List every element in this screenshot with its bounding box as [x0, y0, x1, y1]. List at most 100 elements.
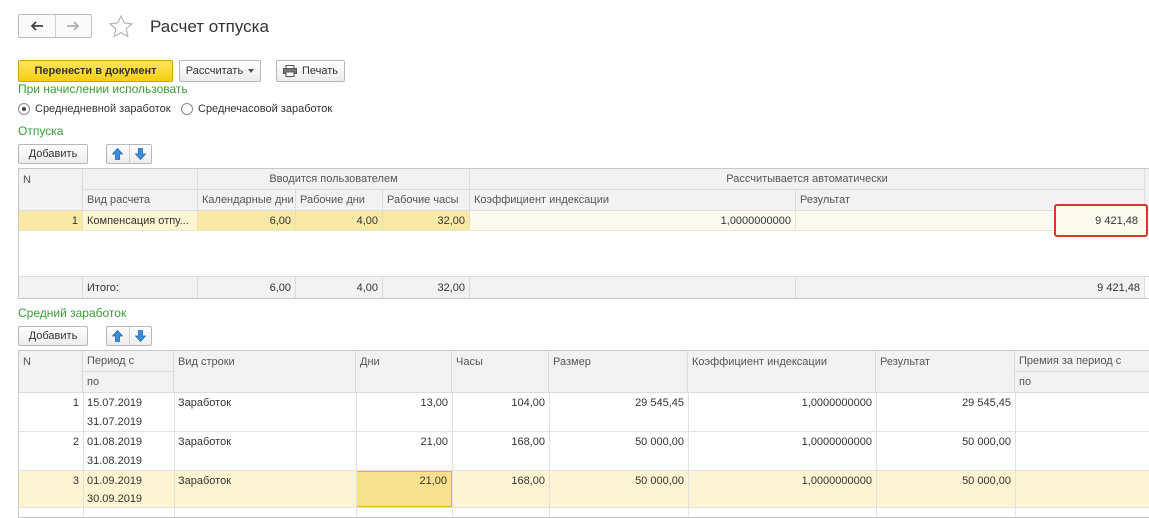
row-n[interactable]: 1 [19, 211, 83, 230]
radio-daily-earnings[interactable]: Среднедневной заработок [18, 103, 171, 115]
col-hours-header[interactable]: Часы [452, 351, 549, 393]
col-bonus-to-header[interactable]: по [1015, 372, 1149, 393]
row-period-to[interactable]: 31.07.2019 [83, 412, 174, 431]
row-period-from[interactable]: 01.09.2019 [83, 471, 174, 490]
row-result[interactable]: 29 545,45 [876, 393, 1015, 412]
col-row-kind-header[interactable]: Вид строки [174, 351, 356, 393]
vacations-add-button[interactable]: Добавить [18, 144, 88, 164]
move-down-button[interactable] [128, 327, 152, 345]
radio-selected-icon [18, 103, 30, 115]
row-period-from[interactable]: 15.07.2019 [83, 393, 174, 412]
row-amount[interactable]: 50 000,00 [549, 432, 688, 451]
row-amount[interactable]: 50 000,00 [549, 471, 688, 490]
radio-unselected-icon [181, 103, 193, 115]
col-kind-header[interactable]: Вид расчета [83, 190, 198, 211]
earnings-add-label: Добавить [28, 330, 78, 342]
earnings-add-button[interactable]: Добавить [18, 326, 88, 346]
row-kind[interactable]: Заработок [174, 471, 356, 490]
row-result[interactable]: 50 000,00 [876, 432, 1015, 451]
row-hours[interactable]: 168,00 [452, 471, 549, 490]
move-up-button[interactable] [107, 145, 129, 163]
row-amount[interactable]: 29 545,45 [549, 393, 688, 412]
totals-label: Итого: [83, 277, 198, 298]
col-work-hours-header[interactable]: Рабочие часы [383, 190, 470, 211]
row-result-spacer [796, 211, 1055, 230]
printer-icon [282, 65, 297, 77]
row-period-to[interactable]: 30.09.2019 [83, 490, 174, 507]
favorite-star-icon[interactable] [108, 14, 134, 43]
vacations-table: N Вводится пользователем Рассчитывается … [18, 168, 1149, 299]
row-result[interactable]: 50 000,00 [876, 471, 1015, 490]
row-index-coef[interactable]: 1,0000000000 [470, 211, 796, 230]
print-label: Печать [301, 65, 339, 77]
arrow-down-icon [134, 330, 146, 342]
chevron-down-icon [248, 69, 255, 73]
move-down-button[interactable] [128, 145, 152, 163]
col-period-to-header[interactable]: по [83, 372, 174, 393]
result-highlight-cell[interactable]: 9 421,48 [1054, 204, 1148, 237]
group-user-header: Вводится пользователем [198, 169, 470, 190]
col-n-header[interactable]: N [19, 169, 83, 211]
arrow-down-icon [134, 148, 146, 160]
totals-work-days: 4,00 [296, 277, 383, 298]
earnings-move-buttons [106, 326, 152, 346]
row-work-hours[interactable]: 32,00 [383, 211, 470, 230]
group-header-blank [83, 169, 198, 190]
row-hours[interactable]: 104,00 [452, 393, 549, 412]
row-work-days[interactable]: 4,00 [296, 211, 383, 230]
totals-cal-days: 6,00 [198, 277, 296, 298]
print-button[interactable]: Печать [276, 60, 345, 82]
radio-hourly-earnings[interactable]: Среднечасовой заработок [181, 103, 332, 115]
row-period-from[interactable]: 01.08.2019 [83, 432, 174, 451]
back-button[interactable] [19, 15, 55, 37]
col-result-header[interactable]: Результат [876, 351, 1015, 393]
group-auto-header: Рассчитывается автоматически [470, 169, 1145, 190]
move-up-button[interactable] [107, 327, 129, 345]
calculate-dropdown-button[interactable]: Рассчитать [179, 60, 261, 82]
row-n[interactable]: 2 [19, 432, 83, 451]
totals-n [19, 277, 83, 298]
col-n-header[interactable]: N [19, 351, 83, 393]
earnings-section-label: Средний заработок [18, 306, 127, 320]
row-days-active-cell[interactable]: 21,00 [356, 471, 452, 507]
row-kind[interactable]: Заработок [174, 432, 356, 451]
transfer-label: Перенести в документ [34, 65, 157, 77]
col-period-from-header[interactable]: Период с [83, 351, 174, 372]
col-index-coef-header[interactable]: Коэффициент индексации [470, 190, 796, 211]
totals-result: 9 421,48 [796, 277, 1145, 298]
arrow-left-icon [30, 21, 43, 31]
totals-work-hours: 32,00 [383, 277, 470, 298]
calculate-label: Рассчитать [185, 65, 244, 77]
col-amount-header[interactable]: Размер [549, 351, 688, 393]
vacations-add-label: Добавить [28, 148, 78, 160]
arrow-up-icon [112, 148, 124, 160]
accrual-label: При начислении использовать [18, 83, 188, 95]
row-period-to[interactable]: 31.08.2019 [83, 451, 174, 470]
row-days[interactable]: 13,00 [356, 393, 452, 412]
row-index-coef[interactable]: 1,0000000000 [688, 432, 876, 451]
col-index-coef-header[interactable]: Коэффициент индексации [688, 351, 876, 393]
row-kind[interactable]: Заработок [174, 393, 356, 412]
transfer-to-document-button[interactable]: Перенести в документ [18, 60, 173, 82]
arrow-right-icon [67, 21, 80, 31]
page-title: Расчет отпуска [150, 17, 269, 36]
radio-hourly-label: Среднечасовой заработок [198, 103, 333, 115]
row-index-coef[interactable]: 1,0000000000 [688, 471, 876, 490]
col-cal-days-header[interactable]: Календарные дни [198, 190, 296, 211]
forward-button[interactable] [54, 15, 92, 37]
row-n[interactable]: 3 [19, 471, 83, 490]
vacations-move-buttons [106, 144, 152, 164]
col-work-days-header[interactable]: Рабочие дни [296, 190, 383, 211]
row-n[interactable]: 1 [19, 393, 83, 412]
col-days-header[interactable]: Дни [356, 351, 452, 393]
row-index-coef[interactable]: 1,0000000000 [688, 393, 876, 412]
row-hours[interactable]: 168,00 [452, 432, 549, 451]
row-days[interactable]: 21,00 [356, 432, 452, 451]
nav-buttons [18, 14, 92, 38]
totals-index-coef [470, 277, 796, 298]
vacations-section-label: Отпуска [18, 124, 64, 138]
arrow-up-icon [112, 330, 124, 342]
row-cal-days[interactable]: 6,00 [198, 211, 296, 230]
row-kind[interactable]: Компенсация отпу... [83, 211, 198, 230]
col-bonus-header[interactable]: Премия за период с [1015, 351, 1149, 372]
